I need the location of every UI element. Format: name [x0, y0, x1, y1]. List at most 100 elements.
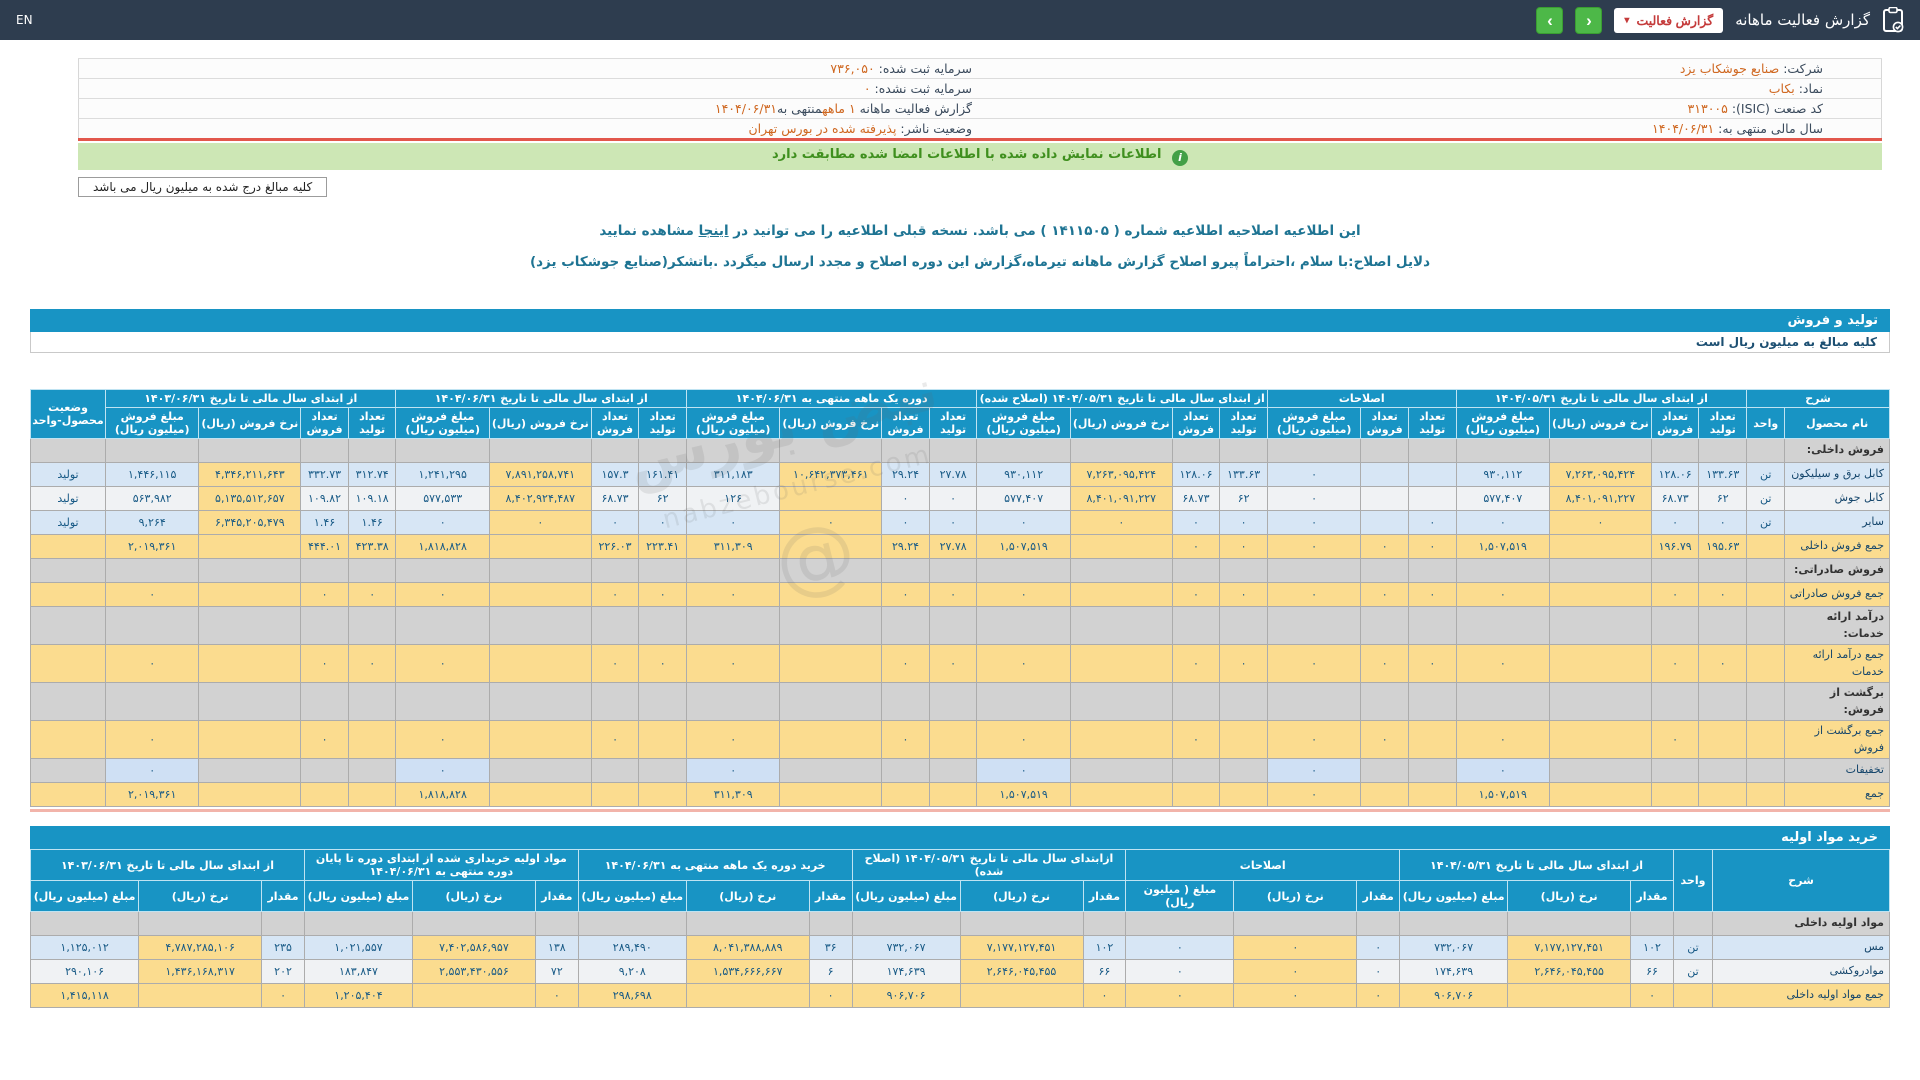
table-cell: ۰ [779, 510, 883, 535]
sub-header: مبلغ (میلیون ریال) [29, 880, 140, 912]
table-row: جمع برگشت از فروش ۰ ۰ ۰ ۰ ۰ ۰ ۰ ۰ ۰ ۰ ۰ ۰ [30, 720, 1890, 759]
table-cell [300, 682, 349, 721]
sub-header: تعداد فروش [1360, 407, 1409, 439]
row-label: سایر [1784, 510, 1890, 535]
table-cell: ۰ [1360, 720, 1409, 759]
row-label: جمع درآمد ارائه خدمات [1784, 644, 1890, 683]
sub-header: تعداد تولید [928, 407, 978, 439]
sub-header: مقدار [1630, 880, 1674, 912]
table-cell [685, 606, 781, 645]
table-cell: ۱۹۶.۷۹ [1650, 534, 1700, 559]
language-toggle[interactable]: EN [16, 13, 33, 27]
table-cell [395, 438, 490, 463]
table-cell: ۶۸.۷۳ [1650, 486, 1700, 511]
row-label: جمع برگشت از فروش [1784, 720, 1890, 759]
group-header: دوره یک ماهه منتهی به ۱۴۰۴/۰۶/۳۱ [685, 389, 978, 408]
table-cell [1219, 782, 1268, 807]
table-cell: ۰ [1266, 582, 1362, 607]
table-cell: ۰ [1698, 582, 1748, 607]
unit-cell [1746, 720, 1786, 759]
table-cell: ۱,۲۰۵,۴۰۴ [303, 983, 413, 1008]
table-cell [959, 911, 1084, 936]
table-cell [1549, 720, 1652, 759]
table-cell: ۰ [104, 644, 200, 683]
page: { "topbar": { "lang_toggle": "EN", "titl… [0, 0, 1920, 1080]
table-cell: ۳۱۱,۱۸۳ [685, 462, 781, 487]
table-cell: ۰ [1356, 935, 1401, 960]
table-cell: ۰ [976, 758, 1071, 783]
table-cell: ۱.۴۶ [347, 510, 397, 535]
unit-cell [1746, 438, 1786, 463]
table-cell [198, 438, 302, 463]
table-cell: ۶۲ [1219, 486, 1268, 511]
unit-cell: تن [1672, 959, 1714, 984]
table-cell [1399, 911, 1509, 936]
table-cell [1650, 758, 1700, 783]
table-cell: ۰ [261, 983, 305, 1008]
table-cell [1360, 438, 1409, 463]
row-label: مس [1712, 935, 1890, 960]
table-cell [638, 438, 687, 463]
report-type-dropdown[interactable]: گزارش فعالیت ▾ [1614, 7, 1724, 33]
table-cell: ۰ [1650, 510, 1700, 535]
table-cell [779, 534, 883, 559]
info-icon: i [1172, 150, 1189, 166]
table-cell [300, 606, 349, 645]
table-cell: ۰ [1125, 935, 1235, 960]
table-cell: ۹,۲۶۴ [104, 510, 200, 535]
table-cell: ۰ [1650, 720, 1700, 759]
next-report-button[interactable]: ‹ [1575, 6, 1603, 34]
table-cell: ۲۷.۷۸ [928, 534, 978, 559]
table-cell: ۷,۲۶۳,۰۹۵,۴۲۴ [1069, 462, 1173, 487]
table-cell [1650, 438, 1700, 463]
table-cell [1171, 606, 1221, 645]
table-cell [779, 582, 883, 607]
sub-header: مبلغ (میلیون ریال) [851, 880, 961, 912]
table-row: جمع ۱,۵۰۷,۵۱۹ ۰ ۱,۵۰۷,۵۱۹ ۳۱۱,۳۰۹ ۱,۸۱۸,۸۲۸ ۲,… [30, 782, 1890, 807]
table-cell: ۲,۶۴۶,۰۴۵,۴۵۵ [959, 959, 1084, 984]
amounts-unit-note: کلیه مبالغ درج شده به میلیون ریال می باش… [78, 177, 328, 197]
table-cell [685, 682, 781, 721]
table-cell [1549, 782, 1652, 807]
sub-header: مبلغ فروش (میلیون ریال) [1266, 407, 1362, 439]
row-label: موادروکشی [1712, 959, 1890, 984]
table-cell [1455, 606, 1551, 645]
issuer-status-field: وضعیت ناشر: پذیرفته شده در بورس تهران [78, 118, 980, 140]
table-cell: ۱,۰۲۱,۵۵۷ [303, 935, 413, 960]
table-cell [1360, 510, 1409, 535]
table-cell [1407, 682, 1457, 721]
table-cell [959, 983, 1084, 1008]
table-cell: ۰ [1266, 782, 1362, 807]
table-cell: ۶۶ [1630, 959, 1674, 984]
status-cell: تولید [30, 462, 106, 487]
table-cell [1549, 534, 1652, 559]
table-cell [488, 644, 592, 683]
group-header: اصلاحات [1266, 389, 1457, 408]
unit-cell [1746, 782, 1786, 807]
table-cell [577, 911, 687, 936]
table-cell: ۹۰۶,۷۰۶ [1399, 983, 1509, 1008]
sub-header: مبلغ (میلیون ریال) [1399, 880, 1509, 912]
table-cell: ۱۳۳.۶۳ [1698, 462, 1748, 487]
table-cell: ۰ [881, 510, 930, 535]
table-cell [976, 682, 1071, 721]
unit-cell [1746, 534, 1786, 559]
table-cell [1360, 558, 1409, 583]
table-cell [1360, 682, 1409, 721]
report-type-label: گزارش فعالیت [1636, 13, 1714, 28]
table-cell [1171, 782, 1221, 807]
table-cell: ۸,۴۰۱,۰۹۱,۲۲۷ [1069, 486, 1173, 511]
previous-report-button[interactable]: › [1536, 6, 1564, 34]
table-cell: ۰ [1171, 720, 1221, 759]
table-cell: ۶۶ [1082, 959, 1127, 984]
table-cell [590, 782, 640, 807]
table-cell [300, 782, 349, 807]
table-cell: ۰ [1549, 510, 1652, 535]
table-cell: ۰ [1455, 510, 1551, 535]
status-cell [30, 782, 106, 807]
table-cell [1219, 720, 1268, 759]
sub-header: نرخ (ریال) [138, 880, 263, 912]
previous-version-link[interactable]: اینجا [699, 223, 729, 239]
table-cell: ۲,۵۵۳,۴۳۰,۵۵۶ [411, 959, 536, 984]
sub-header: نرخ فروش (ریال) [198, 407, 302, 439]
